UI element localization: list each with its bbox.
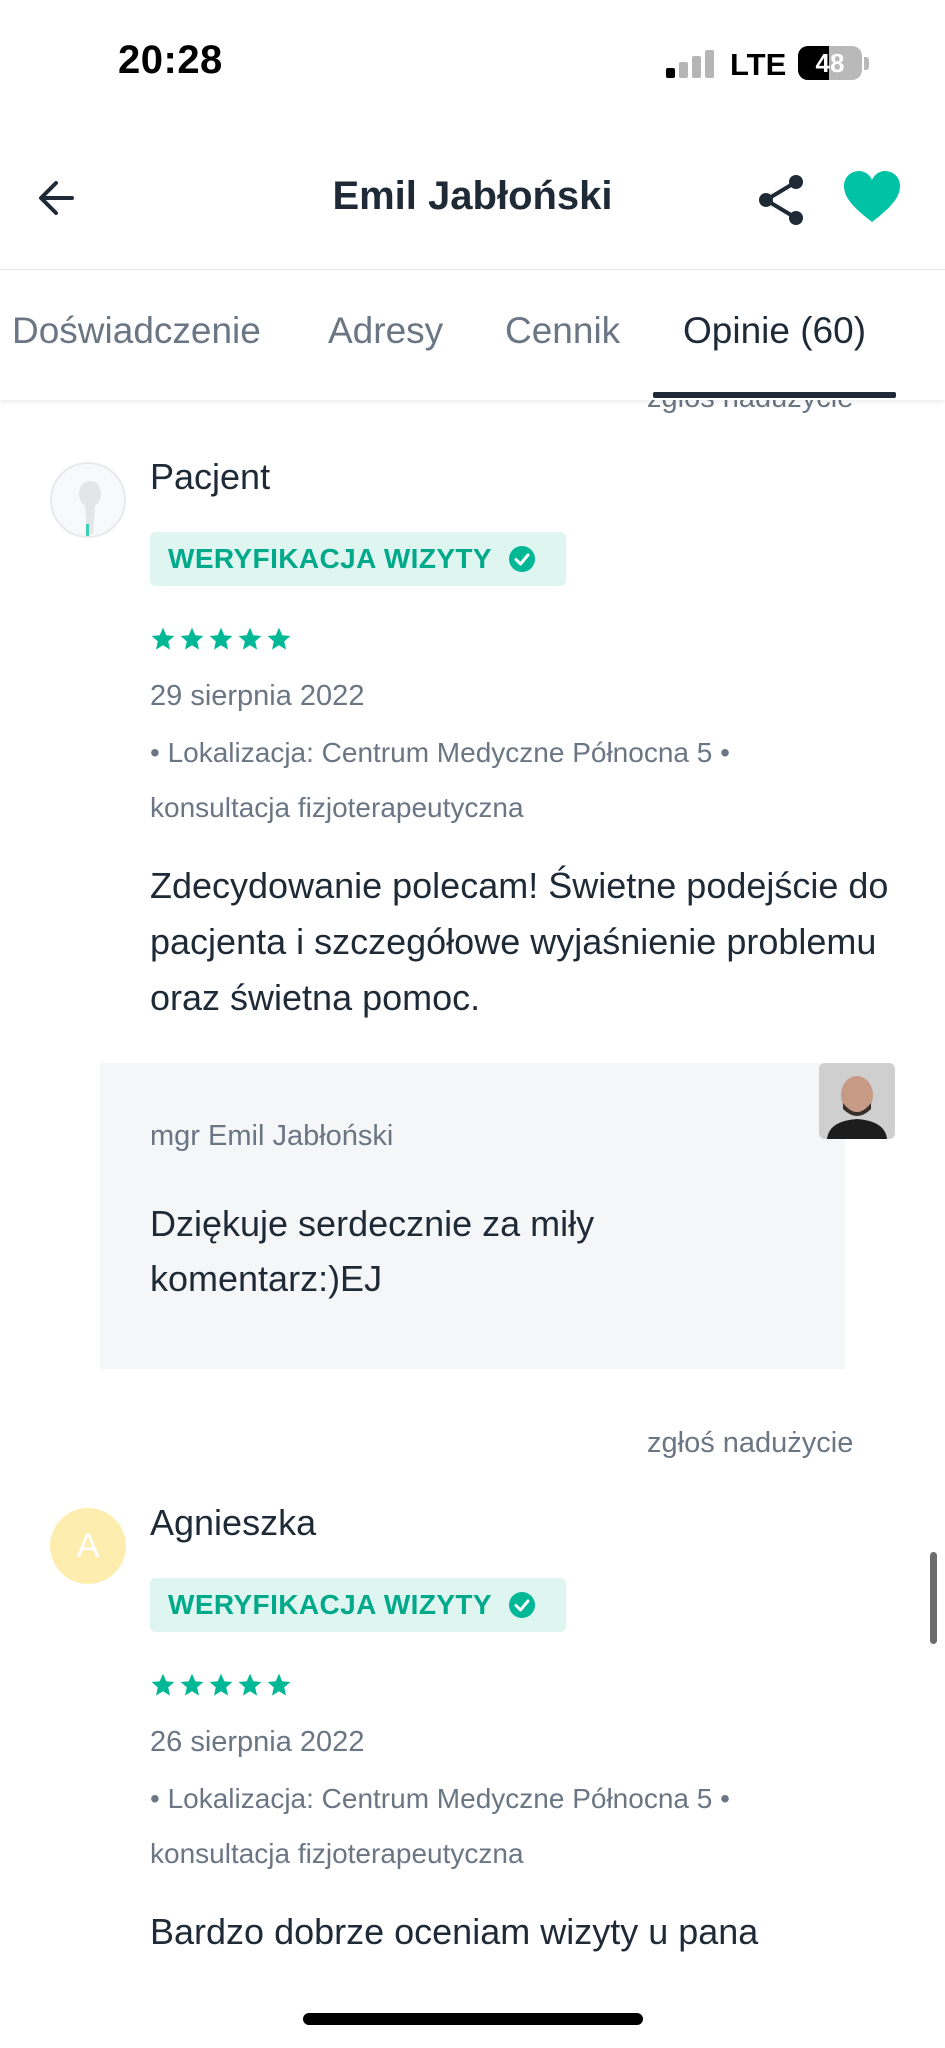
star-icon xyxy=(238,1673,262,1696)
profile-header: Emil Jabłoński xyxy=(0,150,945,270)
avatar: A xyxy=(50,1508,126,1584)
reviews-list[interactable]: zgłoś nadużycie Pacjent WERYFIKACJA WIZY… xyxy=(0,400,945,1980)
battery-tip xyxy=(864,57,869,70)
home-indicator[interactable] xyxy=(303,2013,643,2025)
verification-badge: WERYFIKACJA WIZYTY xyxy=(150,532,566,586)
arrow-left-icon xyxy=(39,181,74,215)
review-location-line: • Lokalizacja: Centrum Medyczne Północna… xyxy=(150,737,730,768)
doctor-photo xyxy=(819,1063,895,1139)
star-icon xyxy=(180,1673,204,1696)
review-date: 26 sierpnia 2022 xyxy=(150,1726,365,1758)
star-icon xyxy=(209,627,233,650)
badge-label: WERYFIKACJA WIZYTY xyxy=(168,1589,493,1620)
back-button[interactable] xyxy=(32,170,88,226)
tab-addresses[interactable]: Adresy xyxy=(328,310,443,352)
network-type: LTE xyxy=(730,47,787,82)
status-bar: 20:28 LTE 48 xyxy=(0,0,945,120)
review-author: Pacjent xyxy=(150,456,271,497)
reply-text: Dziękuje serdecznie za miły komentarz:)E… xyxy=(150,1203,595,1299)
review-location: • Lokalizacja: Centrum Medyczne Północna… xyxy=(150,725,850,835)
battery-icon: 48 xyxy=(798,46,862,80)
badge-label: WERYFIKACJA WIZYTY xyxy=(168,543,493,574)
review-location: • Lokalizacja: Centrum Medyczne Północna… xyxy=(150,1771,850,1881)
report-abuse-link[interactable]: zgłoś nadużycie xyxy=(647,1427,853,1460)
star-icon xyxy=(151,1673,175,1696)
profile-tabs: Doświadczenie Adresy Cennik Opinie (60) xyxy=(0,270,945,400)
star-icon xyxy=(180,627,204,650)
verification-badge: WERYFIKACJA WIZYTY xyxy=(150,1578,566,1632)
review-author: Agnieszka xyxy=(150,1502,317,1543)
active-tab-indicator xyxy=(653,392,896,398)
tab-experience[interactable]: Doświadczenie xyxy=(12,310,261,352)
share-button[interactable] xyxy=(752,170,812,230)
review-date: 29 sierpnia 2022 xyxy=(150,680,365,712)
star-icon xyxy=(267,627,291,650)
doctor-reply: mgr Emil Jabłoński Dziękuje serdecznie z… xyxy=(100,1063,845,1369)
battery-level: 48 xyxy=(815,48,845,78)
reply-author: mgr Emil Jabłoński xyxy=(150,1120,394,1152)
page-title: Emil Jabłoński xyxy=(332,174,613,218)
review-service-line: konsultacja fizjoterapeutyczna xyxy=(150,1838,524,1869)
review-location-line: • Lokalizacja: Centrum Medyczne Północna… xyxy=(150,1783,730,1814)
star-icon xyxy=(267,1673,291,1696)
status-time: 20:28 xyxy=(118,38,223,82)
share-icon xyxy=(759,175,803,225)
scrollbar[interactable] xyxy=(930,1552,937,1644)
signal-icon xyxy=(666,48,716,78)
tab-prices[interactable]: Cennik xyxy=(505,310,620,352)
report-abuse-link[interactable]: zgłoś nadużycie xyxy=(647,400,853,415)
rating-stars xyxy=(150,626,292,652)
rating-stars xyxy=(150,1672,292,1698)
star-icon xyxy=(209,1673,233,1696)
check-circle-icon xyxy=(509,546,536,572)
tab-reviews[interactable]: Opinie (60) xyxy=(683,310,866,352)
check-circle-icon xyxy=(509,1592,536,1618)
favorite-button[interactable] xyxy=(842,170,908,230)
star-icon xyxy=(238,627,262,650)
review-text: Bardzo dobrze oceniam wizyty u pana xyxy=(150,1911,759,1952)
star-icon xyxy=(151,627,175,650)
avatar xyxy=(50,462,126,538)
doctor-photo-image xyxy=(819,1063,895,1139)
heart-icon xyxy=(844,171,900,222)
default-avatar-icon xyxy=(79,481,101,536)
review-service-line: konsultacja fizjoterapeutyczna xyxy=(150,792,524,823)
review-text: Zdecydowanie polecam! Świetne podejście … xyxy=(150,865,889,1018)
